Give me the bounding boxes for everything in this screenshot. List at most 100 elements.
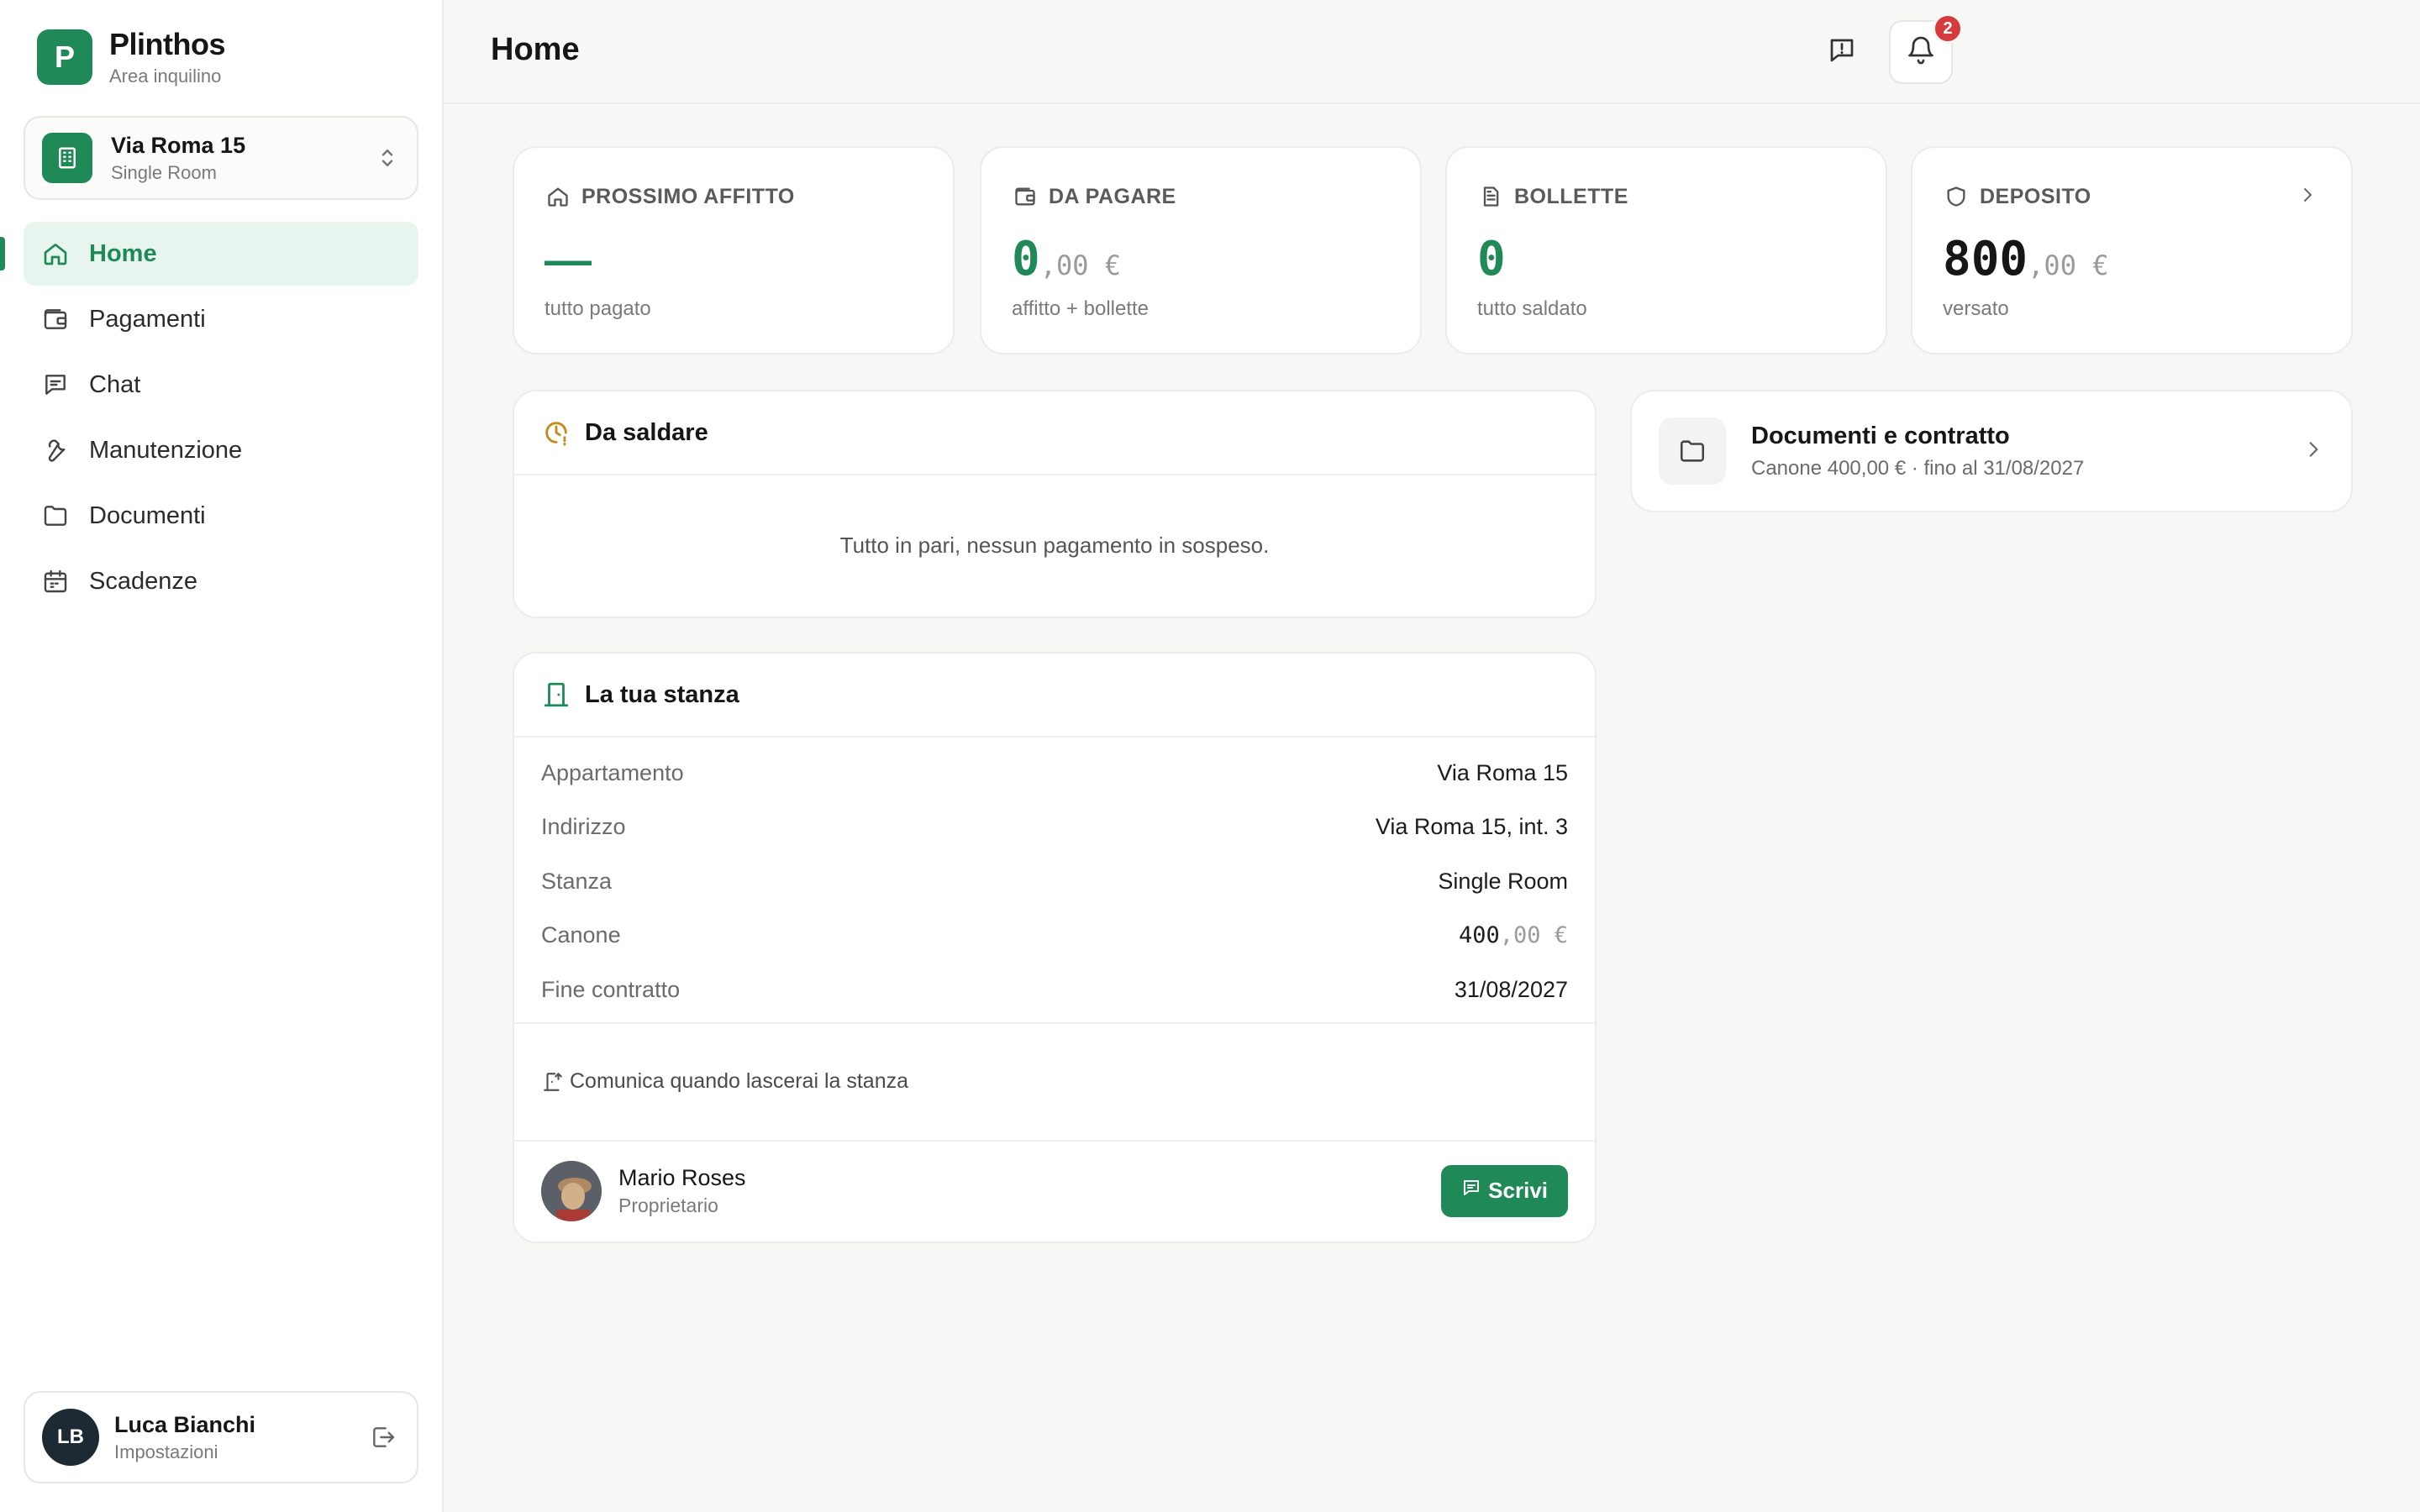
chevron-right-icon [2302,438,2324,465]
info-value: Via Roma 15, int. 3 [1375,814,1568,840]
stat-card-next-rent: PROSSIMO AFFITTO — tutto pagato [513,146,955,354]
stat-value: 0 [1477,232,1506,286]
owner-avatar [541,1160,602,1221]
documents-contract-card[interactable]: Documenti e contratto Canone 400,00 € · … [1630,390,2353,512]
nav-label: Manutenzione [89,436,243,464]
info-value: Single Room [1438,868,1568,894]
button-label: Scrivi [1488,1178,1548,1203]
nav-label: Documenti [89,501,206,529]
user-name: Luca Bianchi [114,1411,256,1437]
main-nav: Home Pagamenti Chat Manutenzione Documen… [24,222,418,615]
link-label: Comunica quando lascerai la stanza [570,1069,909,1093]
owner-role: Proprietario [618,1194,718,1216]
nav-label: Scadenze [89,567,197,595]
value-int: 0 [1012,232,1040,286]
info-row: Fine contratto 31/08/2027 [541,963,1568,1017]
property-room: Single Room [111,161,217,183]
feedback-button[interactable] [1810,20,1874,84]
active-nav-indicator [0,237,5,270]
nav-label: Chat [89,370,141,398]
chevron-right-icon [2297,185,2317,209]
top-header: Home 2 [444,0,2420,104]
nav-item-scadenze[interactable]: Scadenze [24,549,418,613]
value-int: 400 [1458,922,1500,949]
feedback-icon [1827,35,1857,70]
nav-item-home[interactable]: Home [24,222,418,286]
building-icon [42,133,92,183]
sidebar: P Plinthos Area inquilino Via Roma 15 Si… [0,0,444,1512]
documents-title: Documenti e contratto [1751,422,2010,449]
stat-subtitle: versato [1943,297,2009,320]
door-icon [541,680,571,710]
wallet-icon [40,304,71,334]
stat-card-deposit[interactable]: DEPOSITO 800,00 € versato [1911,146,2353,354]
chat-icon [40,370,71,400]
nav-label: Pagamenti [89,305,206,333]
info-label: Stanza [541,868,613,894]
stat-label: DA PAGARE [1049,184,1176,208]
room-panel: La tua stanza Appartamento Via Roma 15 I… [513,652,1597,1243]
logout-icon[interactable] [366,1420,400,1454]
nav-item-documenti[interactable]: Documenti [24,484,418,548]
value-cents: ,00 € [2028,249,2109,281]
info-label: Indirizzo [541,814,626,840]
info-row: Stanza Single Room [541,854,1568,909]
nav-item-pagamenti[interactable]: Pagamenti [24,287,418,351]
clock-alert-icon [541,417,571,448]
page-title: Home [491,32,580,67]
property-switcher[interactable]: Via Roma 15 Single Room [24,116,418,200]
calendar-icon [40,566,71,596]
chevron-up-down-icon [375,141,400,175]
document-icon [1477,183,1504,210]
stat-subtitle: tutto pagato [544,297,651,320]
info-value: Via Roma 15 [1437,759,1568,785]
user-card[interactable]: LB Luca Bianchi Impostazioni [24,1391,418,1483]
stat-label: DEPOSITO [1980,184,2091,208]
nav-item-manutenzione[interactable]: Manutenzione [24,418,418,482]
info-row: Appartamento Via Roma 15 [541,746,1568,801]
owner-row: Mario Roses Proprietario Scrivi [514,1139,1595,1241]
notifications-button[interactable]: 2 [1889,13,1963,84]
value-int: 800 [1943,232,2028,286]
info-value: 31/08/2027 [1454,976,1568,1002]
stat-value: — [544,233,592,286]
write-message-button[interactable]: Scrivi [1441,1164,1568,1217]
documents-subtitle: Canone 400,00 € · fino al 31/08/2027 [1751,456,2085,480]
info-label: Canone [541,922,621,948]
user-settings-label: Impostazioni [114,1441,218,1462]
panel-title: Da saldare [585,418,708,446]
home-icon [40,239,71,269]
shield-icon [1943,183,1970,210]
notify-leaving-link[interactable]: Comunica quando lascerai la stanza [514,1024,1595,1140]
wallet-icon [1012,183,1039,210]
folder-icon [1659,417,1726,485]
folder-icon [40,501,71,531]
info-label: Fine contratto [541,976,681,1002]
info-row: Indirizzo Via Roma 15, int. 3 [541,801,1568,855]
brand[interactable]: P Plinthos Area inquilino [37,27,226,87]
door-exit-icon [541,1070,565,1094]
value-cents: ,00 € [1039,249,1122,281]
avatar: LB [42,1409,99,1466]
value-cents: ,00 € [1499,922,1568,949]
info-label: Appartamento [541,759,684,785]
nav-label: Home [89,239,157,267]
brand-subtitle: Area inquilino [109,66,222,87]
empty-state-message: Tutto in pari, nessun pagamento in sospe… [839,533,1270,558]
stat-label: BOLLETTE [1514,184,1628,208]
stat-subtitle: tutto saldato [1477,297,1587,320]
message-icon [1461,1178,1481,1204]
bell-icon [1906,35,1936,70]
stat-value: 800,00 € [1943,232,2108,286]
stat-value: 0,00 € [1012,232,1121,286]
stat-card-bills: BOLLETTE 0 tutto saldato [1445,146,1887,354]
stat-subtitle: affitto + bollette [1012,297,1150,320]
nav-item-chat[interactable]: Chat [24,353,418,417]
room-details: Appartamento Via Roma 15 Indirizzo Via R… [514,738,1595,1022]
info-row: Canone 400,00 € [541,909,1568,963]
brand-name: Plinthos [109,27,226,61]
property-name: Via Roma 15 [111,132,246,158]
stat-label: PROSSIMO AFFITTO [581,184,795,208]
wrench-icon [40,435,71,465]
outstanding-panel: Da saldare Tutto in pari, nessun pagamen… [513,390,1597,618]
